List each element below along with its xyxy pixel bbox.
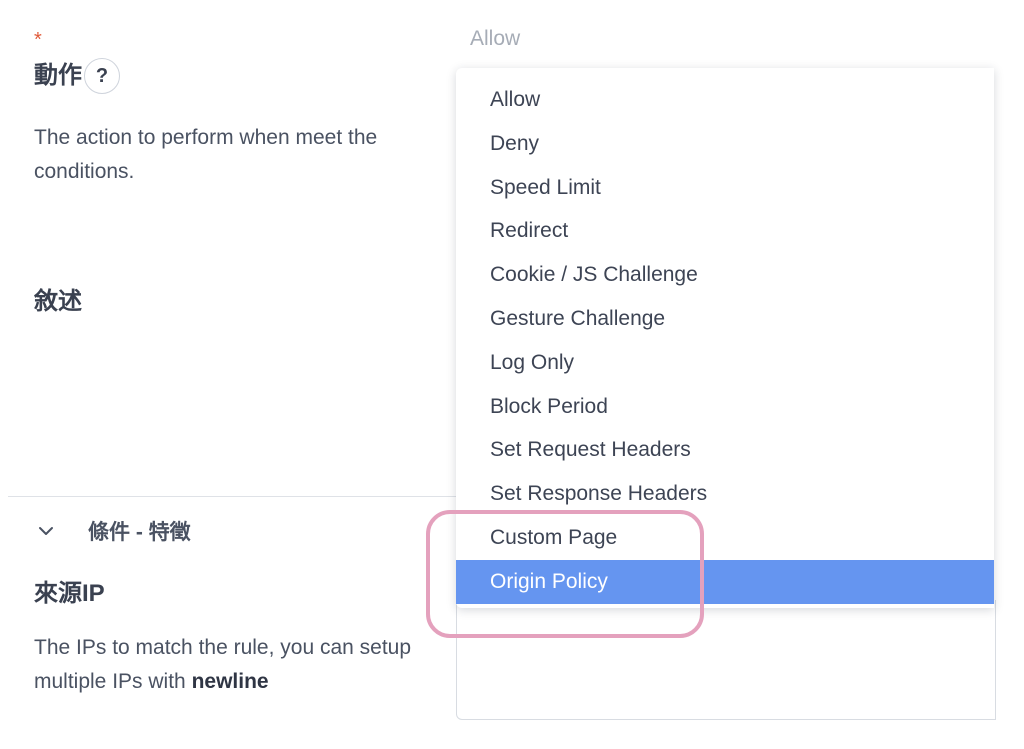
section-divider [8, 496, 458, 497]
source-ip-textarea[interactable] [456, 600, 996, 720]
action-label-row: 動作 ? [34, 58, 120, 94]
action-select-value[interactable]: Allow [470, 24, 520, 54]
dropdown-option[interactable]: Cookie / JS Challenge [456, 253, 994, 297]
dropdown-option[interactable]: Block Period [456, 385, 994, 429]
dropdown-option[interactable]: Deny [456, 122, 994, 166]
dropdown-option[interactable]: Origin Policy [456, 559, 994, 604]
source-ip-label: 來源IP [34, 580, 105, 607]
conditions-section-header[interactable]: 條件 - 特徵 [34, 512, 191, 550]
dropdown-option[interactable]: Gesture Challenge [456, 297, 994, 341]
chevron-down-icon [39, 527, 53, 535]
source-ip-description-bold: newline [191, 670, 269, 693]
dropdown-option[interactable]: Allow [456, 78, 994, 122]
dropdown-option[interactable]: Set Response Headers [456, 472, 994, 516]
conditions-section-title: 條件 - 特徵 [88, 521, 191, 544]
dropdown-option[interactable]: Custom Page [456, 516, 994, 560]
action-description: The action to perform when meet the cond… [34, 126, 378, 183]
required-mark: * [34, 29, 42, 51]
dropdown-option[interactable]: Redirect [456, 209, 994, 253]
source-ip-description: The IPs to match the rule, you can setup… [34, 631, 444, 699]
rule-form: * 動作 ? The action to perform when meet t… [0, 0, 1024, 749]
dropdown-option[interactable]: Speed Limit [456, 166, 994, 210]
description-label: 敘述 [34, 288, 82, 315]
question-circle-icon[interactable]: ? [84, 58, 120, 94]
dropdown-option[interactable]: Set Request Headers [456, 428, 994, 472]
action-label: 動作 [34, 62, 82, 89]
dropdown-option[interactable]: Log Only [456, 341, 994, 385]
action-dropdown-menu: Allow Deny Speed Limit Redirect Cookie / JS … [456, 68, 994, 608]
